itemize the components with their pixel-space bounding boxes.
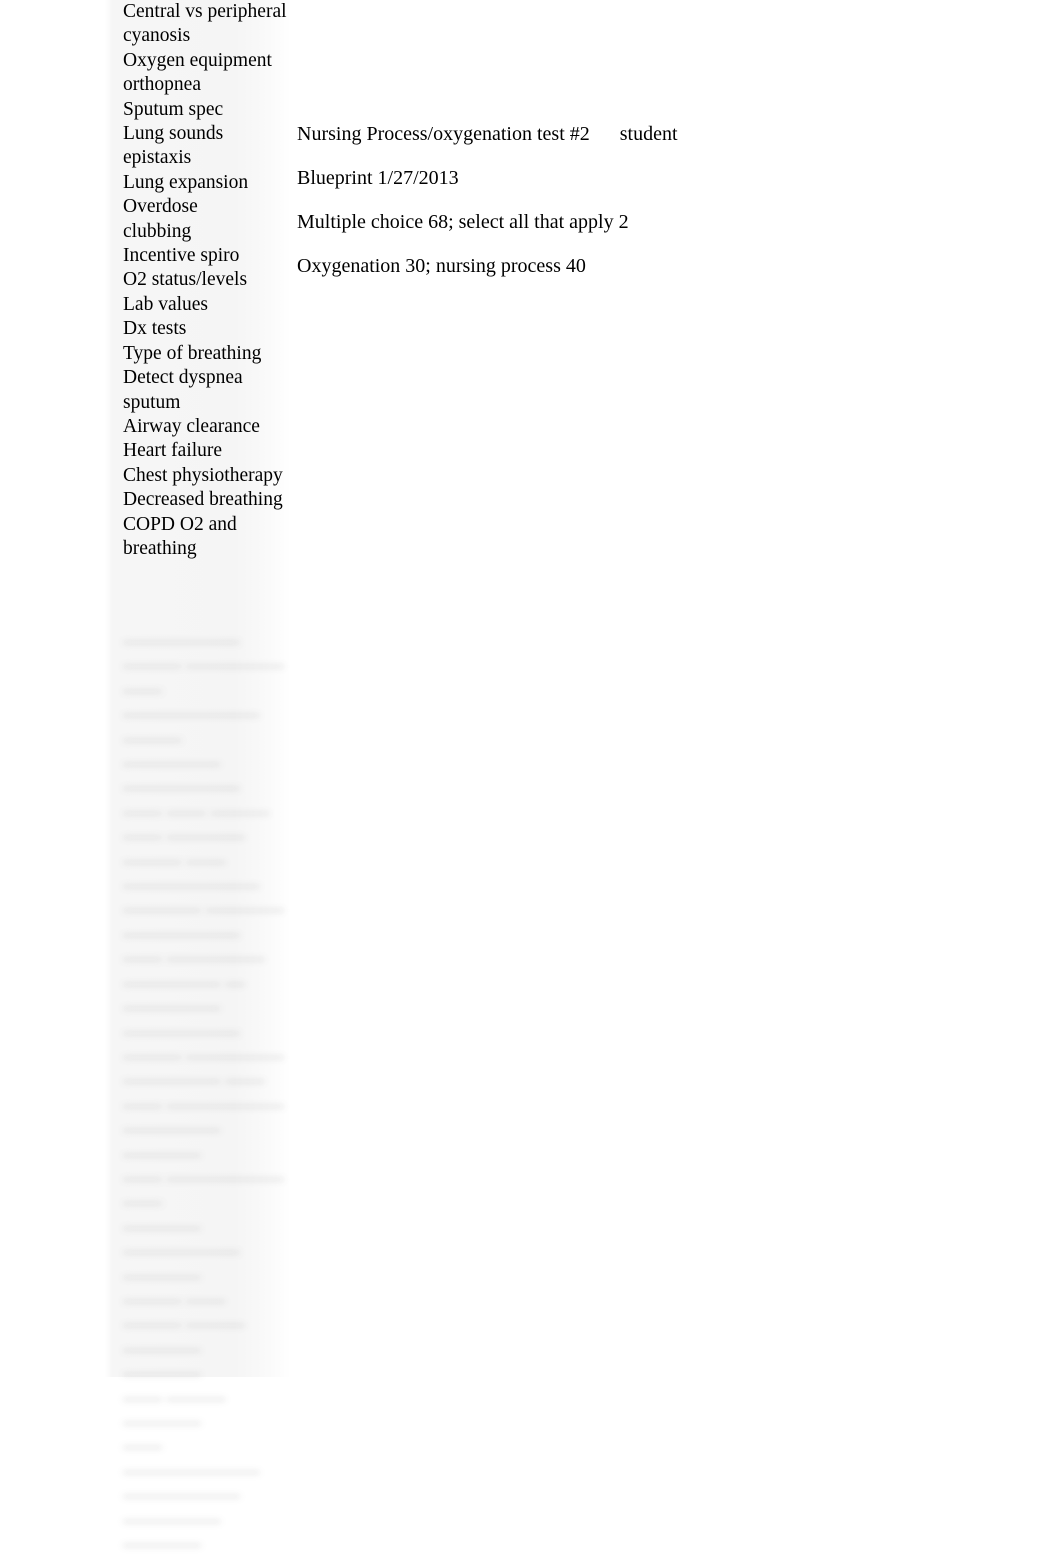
blurred-list-item: —— ——————— xyxy=(123,1436,260,1482)
blurred-list-item: ——— xyxy=(123,728,182,750)
document-page: Central vs peripheral cyanosis Oxygen eq… xyxy=(0,0,1062,1555)
list-item: Lab values xyxy=(123,293,209,315)
list-item: Oxygen equipment xyxy=(123,49,272,71)
list-item: epistaxis xyxy=(123,147,192,169)
blurred-list-item: —— —————— xyxy=(123,1094,284,1116)
blurred-list-item: —————— xyxy=(123,1485,240,1507)
list-item: Sputum spec xyxy=(123,98,224,120)
blurred-list-item: ————— —— xyxy=(123,1070,265,1092)
list-item: Chest physiotherapy xyxy=(123,464,283,486)
blurred-list-item: —— xyxy=(123,679,162,701)
blueprint-question-line: Multiple choice 68; select all that appl… xyxy=(297,211,629,233)
list-item: Incentive spiro xyxy=(123,245,240,267)
blueprint-title-line: Nursing Process/oxygenation test #2 stud… xyxy=(297,123,678,145)
blurred-list-item: ————— xyxy=(123,753,221,775)
blurred-list-item: —————— xyxy=(123,923,240,945)
list-item: Lung sounds xyxy=(123,123,224,145)
blurred-list-item: ——————— xyxy=(123,704,260,726)
blurred-list-item: —— —— ——— xyxy=(123,801,270,823)
blurred-list-item: ——— ——— ———— xyxy=(123,1314,245,1360)
list-item: Dx tests xyxy=(123,318,187,340)
list-item: COPD O2 and breathing xyxy=(123,513,237,559)
blurred-list-item: —— ——— ———— xyxy=(123,1387,226,1433)
list-item: sputum xyxy=(123,391,181,413)
blurred-list-item: ——— ————— xyxy=(123,1045,284,1067)
blurred-list-item: —— xyxy=(123,1192,162,1214)
blurred-list-item: —— ———— xyxy=(123,826,245,848)
blurred-list-item: ———— xyxy=(123,1363,201,1385)
list-item: Overdose xyxy=(123,196,198,218)
blurred-list-item: —— ————— xyxy=(123,948,265,970)
list-item: clubbing xyxy=(123,220,192,242)
list-item: Heart failure xyxy=(123,440,223,462)
list-item: Type of breathing xyxy=(123,342,262,364)
blurred-list-item: ——————— xyxy=(123,875,260,897)
blurred-list-item: ——— ————— xyxy=(123,655,284,677)
blueprint-date-line: Blueprint 1/27/2013 xyxy=(297,167,459,189)
blurred-list-item: —————— xyxy=(123,777,240,799)
list-item: O2 status/levels xyxy=(123,269,248,291)
blurred-list-item: ———— ———— xyxy=(123,899,284,921)
list-item: Airway clearance xyxy=(123,415,260,437)
blurred-list-item: ————— ———— xyxy=(123,1509,221,1556)
list-item: Central vs peripheral cyanosis xyxy=(123,1,287,47)
blurred-list-item: —————— xyxy=(123,1021,240,1043)
list-item: Detect dyspnea xyxy=(123,367,243,389)
blurred-list-item: ——— —— xyxy=(123,850,226,872)
oxygenation-topic-list: Central vs peripheral cyanosis Oxygen eq… xyxy=(123,0,291,561)
list-item: Decreased breathing xyxy=(123,489,283,511)
blurred-list-item: —————— ———— xyxy=(123,1241,240,1287)
blurred-list-item: —— —————— xyxy=(123,1167,284,1189)
blurred-list-item: ——— —— xyxy=(123,1289,226,1311)
blurred-list-item: ————— — ————— xyxy=(123,972,245,1019)
blurred-list-item: ————— ———— xyxy=(123,1119,221,1165)
list-item: Lung expansion xyxy=(123,171,249,193)
test-blueprint-header: Nursing Process/oxygenation test #2 stud… xyxy=(297,122,917,278)
blurred-topic-list-continuation: —————— ——— ————— —— ——————— ——— ————— ——… xyxy=(123,630,295,1557)
blurred-list-item: ———— xyxy=(123,1216,201,1238)
list-item: orthopnea xyxy=(123,74,201,96)
blurred-list-item: —————— xyxy=(123,631,240,652)
blueprint-topic-line: Oxygenation 30; nursing process 40 xyxy=(297,255,586,277)
